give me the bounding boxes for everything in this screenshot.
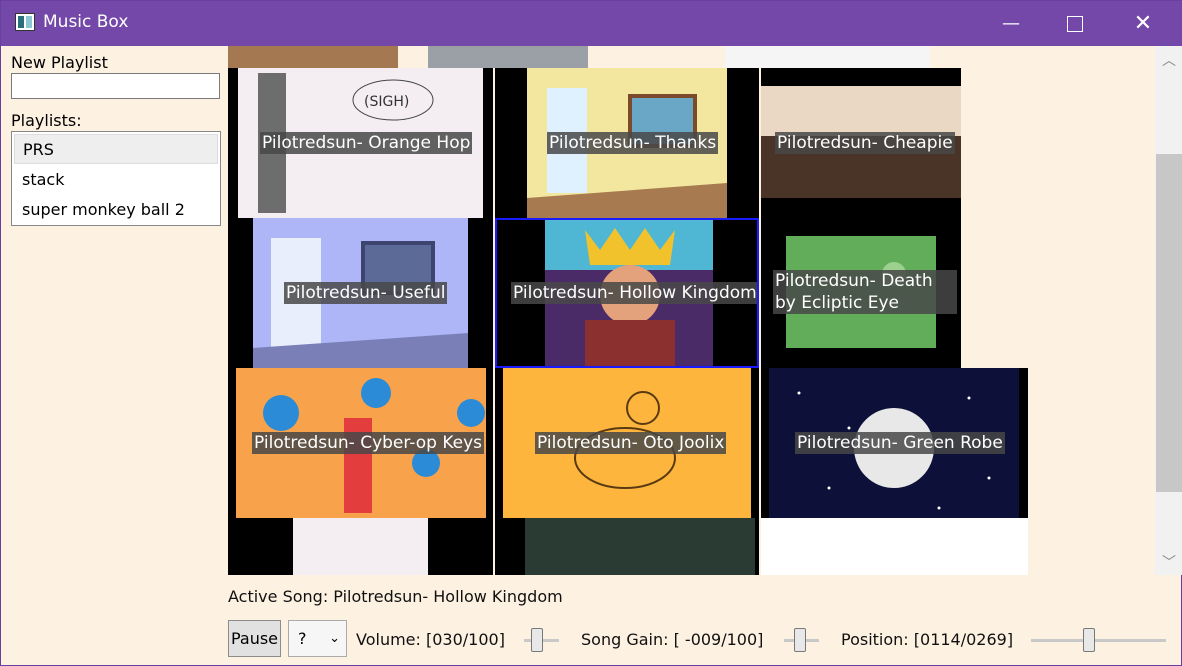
- song-tile-death-by-ecliptic-eye[interactable]: Pilotredsun- Death by Ecliptic Eye: [761, 218, 961, 368]
- maximize-button[interactable]: [1043, 1, 1107, 46]
- song-gain-label: Song Gain: [ -009/100]: [581, 630, 764, 649]
- volume-slider-thumb[interactable]: [530, 628, 543, 652]
- minimize-button[interactable]: —: [979, 1, 1043, 46]
- song-title: Pilotredsun- Useful: [284, 282, 448, 304]
- chevron-down-icon: ⌄: [329, 631, 340, 646]
- partial-thumb[interactable]: [495, 518, 759, 575]
- tile-art: [293, 518, 428, 575]
- gain-slider-thumb[interactable]: [794, 628, 807, 652]
- position-slider-thumb[interactable]: [1083, 628, 1096, 652]
- partial-thumb[interactable]: [761, 518, 1028, 575]
- svg-text:(SIGH): (SIGH): [364, 94, 409, 110]
- song-tile-oto-joolix[interactable]: Pilotredsun- Oto Joolix: [495, 368, 759, 518]
- song-tile-useful[interactable]: Pilotredsun- Useful: [228, 218, 493, 368]
- maximize-icon: [1067, 16, 1083, 32]
- app-icon: [15, 13, 35, 31]
- tile-art: [525, 518, 755, 575]
- song-tile-thanks[interactable]: Pilotredsun- Thanks: [495, 68, 759, 218]
- new-playlist-label: New Playlist: [11, 53, 108, 72]
- song-title: Pilotredsun- Orange Hop: [260, 132, 473, 154]
- song-title: Pilotredsun- Hollow Kingdom: [511, 282, 757, 304]
- song-title: Pilotredsun- Oto Joolix: [535, 432, 727, 454]
- partial-thumb[interactable]: [228, 518, 493, 575]
- scroll-down-icon[interactable]: ﹀: [1162, 556, 1176, 570]
- combo-value: ?: [298, 629, 307, 648]
- volume-label: Volume: [030/100]: [356, 630, 505, 649]
- active-song-label: Active Song: Pilotredsun- Hollow Kingdom: [228, 587, 563, 606]
- song-tile-cyber-op-keys[interactable]: Pilotredsun- Cyber-op Keys: [228, 368, 493, 518]
- song-title: Pilotredsun- Death by Ecliptic Eye: [773, 270, 957, 314]
- song-title: Pilotredsun- Green Robe: [795, 432, 1005, 454]
- partial-thumb[interactable]: [428, 46, 588, 68]
- app-window: Music Box — ✕ New Playlist Playlists: PR…: [0, 0, 1182, 666]
- song-title: Pilotredsun- Thanks: [547, 132, 719, 154]
- scroll-thumb[interactable]: [1156, 154, 1182, 492]
- playlist-list[interactable]: PRS stack super monkey ball 2: [11, 131, 221, 226]
- playlist-item-super-monkey-ball-2[interactable]: super monkey ball 2: [14, 195, 218, 225]
- song-tile-hollow-kingdom[interactable]: Pilotredsun- Hollow Kingdom: [495, 218, 759, 368]
- song-tile-orange-hop[interactable]: (SIGH) Pilotredsun- Orange Hop: [228, 68, 493, 218]
- scroll-up-icon[interactable]: ︿: [1162, 54, 1176, 68]
- new-playlist-input[interactable]: [11, 73, 220, 99]
- song-title: Pilotredsun- Cyber-op Keys: [252, 432, 485, 454]
- playlist-item-stack[interactable]: stack: [14, 165, 218, 195]
- partial-thumb[interactable]: [725, 46, 930, 68]
- position-label: Position: [0114/0269]: [841, 630, 1014, 649]
- playlists-label: Playlists:: [11, 111, 82, 130]
- title-bar: Music Box — ✕: [1, 1, 1182, 46]
- partial-thumb[interactable]: [228, 46, 398, 68]
- song-title: Pilotredsun- Cheapie: [775, 132, 955, 154]
- position-slider-track[interactable]: [1031, 639, 1166, 642]
- song-tile-green-robe[interactable]: Pilotredsun- Green Robe: [761, 368, 1028, 518]
- pause-button[interactable]: Pause: [228, 620, 281, 657]
- window-title: Music Box: [43, 12, 129, 32]
- song-tile-cheapie[interactable]: Pilotredsun- Cheapie: [761, 68, 961, 218]
- mode-combobox[interactable]: ? ⌄: [288, 620, 347, 657]
- close-button[interactable]: ✕: [1111, 1, 1175, 46]
- song-grid[interactable]: (SIGH) Pilotredsun- Orange Hop Pilotreds…: [228, 46, 1155, 575]
- playlist-item-prs[interactable]: PRS: [14, 134, 218, 164]
